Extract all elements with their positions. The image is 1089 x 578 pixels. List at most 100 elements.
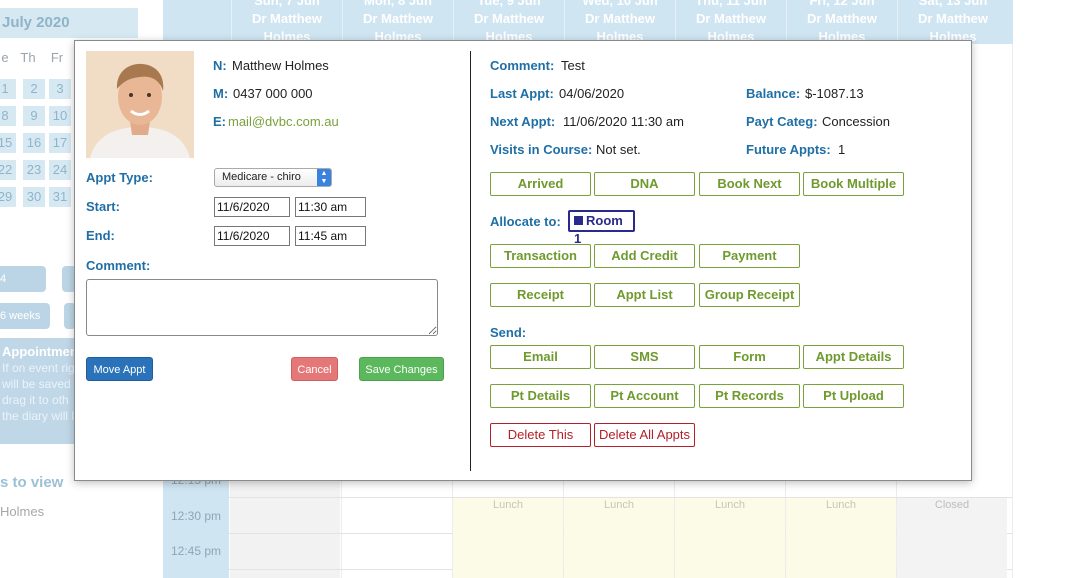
patient-name: Matthew Holmes bbox=[232, 58, 329, 73]
pt-upload-button[interactable]: Pt Upload bbox=[803, 384, 904, 408]
arrived-button[interactable]: Arrived bbox=[490, 172, 591, 196]
patient-mobile-label: M: bbox=[213, 86, 229, 101]
cancel-button[interactable]: Cancel bbox=[291, 357, 338, 381]
balance-label: Balance: bbox=[746, 86, 801, 101]
patient-mobile: 0437 000 000 bbox=[233, 86, 313, 101]
unavailable-block bbox=[230, 480, 340, 578]
calendar-day[interactable]: 30 bbox=[23, 187, 45, 207]
delete-all-appts-button[interactable]: Delete All Appts bbox=[594, 423, 695, 447]
day-header: Sat, 13 Jun Dr Matthew Holmes bbox=[897, 0, 1008, 44]
future-appts-label: Future Appts: bbox=[746, 142, 831, 157]
calendar-day[interactable]: 8 bbox=[0, 106, 16, 126]
start-time-input[interactable] bbox=[295, 197, 366, 217]
payt-categ-value: Concession bbox=[822, 114, 890, 129]
patient-email-label: E: bbox=[213, 114, 226, 129]
send-email-button[interactable]: Email bbox=[490, 345, 591, 369]
calendar-day[interactable]: 31 bbox=[49, 187, 71, 207]
patient-email-link[interactable]: mail@dvbc.com.au bbox=[228, 114, 339, 129]
info-comment: Test bbox=[561, 58, 585, 73]
calendar-day[interactable]: 23 bbox=[23, 160, 45, 180]
calendar-dow: Fr bbox=[50, 50, 64, 65]
future-appts-value: 1 bbox=[838, 142, 846, 157]
day-header: Mon, 8 Jun Dr Matthew Holmes bbox=[342, 0, 453, 44]
calendar-day[interactable]: 16 bbox=[23, 133, 45, 153]
start-label: Start: bbox=[86, 199, 120, 214]
diary-header: Sun, 7 Jun Dr Matthew Holmes Mon, 8 Jun Dr … bbox=[163, 0, 1013, 44]
calendar-day[interactable]: 15 bbox=[0, 133, 16, 153]
next-appt-value: 11/06/2020 11:30 am bbox=[563, 114, 684, 129]
transaction-button[interactable]: Transaction bbox=[490, 244, 591, 268]
calendar-month-title: July 2020 bbox=[0, 8, 138, 38]
send-form-button[interactable]: Form bbox=[699, 345, 800, 369]
time-label: 12:30 pm bbox=[171, 509, 222, 523]
calendar-day[interactable]: 9 bbox=[23, 106, 45, 126]
payt-categ-label: Payt Categ: bbox=[746, 114, 818, 129]
column-divider bbox=[470, 51, 471, 471]
send-label: Send: bbox=[490, 325, 527, 340]
lunch-slot[interactable]: Lunch bbox=[786, 498, 896, 578]
allocate-label: Allocate to: bbox=[490, 214, 561, 229]
calendar-day[interactable]: 10 bbox=[49, 106, 71, 126]
visits-value: Not set. bbox=[596, 142, 641, 157]
calendar-day[interactable]: 2 bbox=[23, 79, 45, 99]
delete-this-button[interactable]: Delete This bbox=[490, 423, 591, 447]
calendar-day[interactable]: 3 bbox=[49, 79, 71, 99]
add-credit-button[interactable]: Add Credit bbox=[594, 244, 695, 268]
calendar-day[interactable]: 17 bbox=[49, 133, 71, 153]
group-receipt-button[interactable]: Group Receipt bbox=[699, 283, 800, 307]
range-4-weeks-button[interactable]: 4 weeks bbox=[0, 266, 46, 311]
calendar-day[interactable]: 1 bbox=[0, 79, 16, 99]
payment-button[interactable]: Payment bbox=[699, 244, 800, 268]
start-date-input[interactable] bbox=[214, 197, 290, 217]
appointment-dialog: N: Matthew Holmes M: 0437 000 000 E: mai… bbox=[74, 40, 972, 481]
appt-type-select[interactable]: Medicare - chiro ▲ ▼ bbox=[214, 168, 332, 187]
end-label: End: bbox=[86, 228, 115, 243]
day-header: Tue, 9 Jun Dr Matthew Holmes bbox=[453, 0, 564, 44]
book-multiple-button[interactable]: Book Multiple bbox=[803, 172, 904, 196]
pt-records-button[interactable]: Pt Records bbox=[699, 384, 800, 408]
lunch-slot[interactable]: Lunch bbox=[453, 498, 563, 578]
room-allocate-button[interactable]: Room 1 bbox=[568, 210, 635, 246]
day-header: Fri, 12 Jun Dr Matthew Holmes bbox=[786, 0, 897, 44]
visits-label: Visits in Course: bbox=[490, 142, 593, 157]
balance-value: $-1087.13 bbox=[805, 86, 864, 101]
book-next-button[interactable]: Book Next bbox=[699, 172, 800, 196]
patient-photo bbox=[86, 51, 194, 158]
next-appt-label: Next Appt: bbox=[490, 114, 556, 129]
end-date-input[interactable] bbox=[214, 226, 290, 246]
calendar-day[interactable]: 22 bbox=[0, 160, 16, 180]
day-header: Wed, 10 Jun Dr Matthew Holmes bbox=[564, 0, 675, 44]
last-appt-label: Last Appt: bbox=[490, 86, 554, 101]
pt-account-button[interactable]: Pt Account bbox=[594, 384, 695, 408]
lunch-slot[interactable]: Lunch bbox=[564, 498, 674, 578]
appt-type-label: Appt Type: bbox=[86, 170, 153, 185]
comment-label: Comment: bbox=[86, 258, 151, 273]
select-arrows-icon: ▲ ▼ bbox=[317, 169, 331, 186]
closed-slot[interactable]: Closed bbox=[897, 498, 1007, 578]
move-appt-button[interactable]: Move Appt bbox=[86, 357, 153, 381]
practitioner-name[interactable]: Holmes bbox=[0, 504, 44, 519]
calendar-day[interactable]: 24 bbox=[49, 160, 71, 180]
send-sms-button[interactable]: SMS bbox=[594, 345, 695, 369]
comment-textarea[interactable] bbox=[86, 279, 438, 336]
time-label: 12:45 pm bbox=[171, 544, 222, 558]
patient-name-label: N: bbox=[213, 58, 227, 73]
day-header: Thu, 11 Jun Dr Matthew Holmes bbox=[675, 0, 786, 44]
calendar-day[interactable]: 29 bbox=[0, 187, 16, 207]
appt-list-button[interactable]: Appt List bbox=[594, 283, 695, 307]
day-header: Sun, 7 Jun Dr Matthew Holmes bbox=[231, 0, 342, 44]
save-changes-button[interactable]: Save Changes bbox=[359, 357, 444, 381]
receipt-button[interactable]: Receipt bbox=[490, 283, 591, 307]
range-6-weeks-button[interactable]: 6 weeks bbox=[0, 303, 50, 329]
dna-button[interactable]: DNA bbox=[594, 172, 695, 196]
last-appt-value: 04/06/2020 bbox=[559, 86, 625, 101]
calendar-dow: Th bbox=[20, 50, 36, 65]
pt-details-button[interactable]: Pt Details bbox=[490, 384, 591, 408]
send-appt-details-button[interactable]: Appt Details bbox=[803, 345, 904, 369]
info-comment-label: Comment: bbox=[490, 58, 555, 73]
room-color-icon bbox=[574, 216, 583, 225]
practitioners-view-title: s to view bbox=[0, 474, 64, 491]
calendar-dow: e bbox=[1, 50, 9, 65]
lunch-slot[interactable]: Lunch bbox=[675, 498, 785, 578]
end-time-input[interactable] bbox=[295, 226, 366, 246]
